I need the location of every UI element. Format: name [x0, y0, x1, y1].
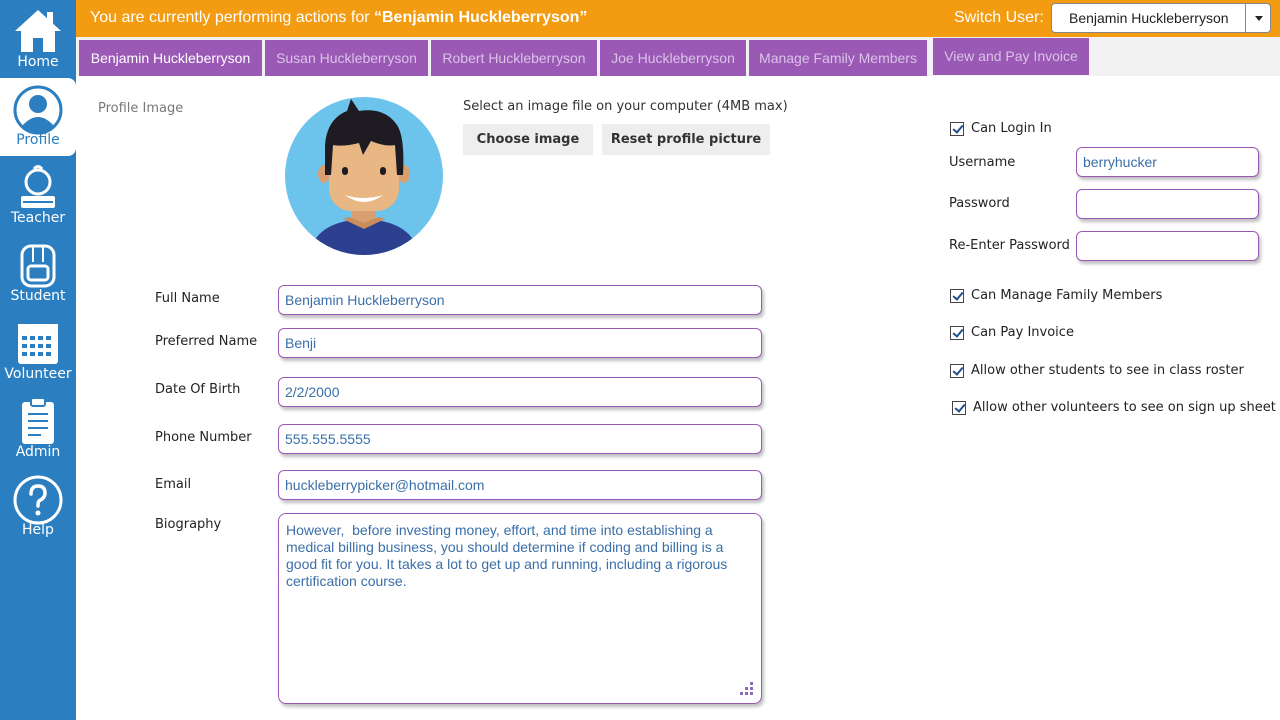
- biography-field[interactable]: However, before investing money, effort,…: [278, 513, 762, 704]
- switch-user-value: Benjamin Huckleberryson: [1069, 10, 1229, 26]
- top-banner: You are currently performing actions for…: [76, 0, 1280, 37]
- acting-as-prefix: You are currently performing actions for: [90, 9, 374, 26]
- sidebar: Home Profile Teacher Student Volunteer A…: [0, 0, 76, 720]
- checkbox-box[interactable]: [950, 122, 964, 136]
- sidebar-item-volunteer[interactable]: Volunteer: [0, 312, 76, 390]
- tab-view-pay-invoice[interactable]: View and Pay Invoice: [933, 38, 1089, 75]
- resize-grip-icon[interactable]: [736, 680, 756, 700]
- sidebar-item-label: Volunteer: [4, 366, 72, 382]
- image-hint: Select an image file on your computer (4…: [463, 99, 788, 114]
- checkbox-box[interactable]: [952, 401, 966, 415]
- acting-as-text: You are currently performing actions for…: [90, 9, 587, 27]
- date-of-birth-label: Date Of Birth: [155, 382, 241, 397]
- full-name-label: Full Name: [155, 291, 220, 306]
- member-tabs: Benjamin Huckleberryson Susan Huckleberr…: [76, 37, 1280, 76]
- email-field[interactable]: [278, 470, 762, 500]
- phone-number-label: Phone Number: [155, 430, 252, 445]
- biography-label: Biography: [155, 517, 222, 532]
- sidebar-item-admin[interactable]: Admin: [0, 390, 76, 468]
- tab-benjamin[interactable]: Benjamin Huckleberryson: [79, 40, 262, 76]
- email-label: Email: [155, 477, 192, 492]
- chevron-down-icon[interactable]: [1245, 4, 1270, 32]
- preferred-name-label: Preferred Name: [155, 334, 258, 349]
- sidebar-item-label: Profile: [16, 132, 60, 148]
- tab-robert[interactable]: Robert Huckleberryson: [431, 40, 597, 76]
- clipboard-icon: [22, 397, 54, 444]
- user-icon: [13, 85, 63, 135]
- password-label: Password: [949, 196, 1010, 211]
- sidebar-item-label: Student: [10, 288, 66, 304]
- sidebar-item-label: Teacher: [10, 210, 66, 226]
- password-field[interactable]: [1076, 189, 1259, 219]
- profile-image-label: Profile Image: [98, 101, 184, 116]
- sidebar-item-label: Home: [17, 54, 59, 70]
- can-login-label: Can Login In: [971, 121, 1052, 136]
- sidebar-item-teacher[interactable]: Teacher: [0, 156, 76, 234]
- sidebar-item-help[interactable]: Help: [0, 468, 76, 546]
- reenter-password-label: Re-Enter Password: [949, 238, 1070, 253]
- backpack-icon: [20, 244, 56, 288]
- can-pay-invoice-label: Can Pay Invoice: [971, 325, 1074, 340]
- avatar: [285, 97, 443, 255]
- sidebar-item-student[interactable]: Student: [0, 234, 76, 312]
- reenter-password-field[interactable]: [1076, 231, 1259, 261]
- switch-user-select[interactable]: Benjamin Huckleberryson: [1051, 3, 1271, 33]
- checkbox-box[interactable]: [950, 326, 964, 340]
- teacher-icon: [21, 165, 55, 208]
- switch-user-label: Switch User:: [954, 9, 1044, 26]
- question-icon: [13, 475, 63, 525]
- reset-profile-picture-button[interactable]: Reset profile picture: [602, 124, 770, 155]
- date-of-birth-field[interactable]: [278, 377, 762, 407]
- signup-sheet-label: Allow other volunteers to see on sign up…: [973, 400, 1276, 415]
- username-field[interactable]: [1076, 147, 1259, 177]
- acting-as-user: “Benjamin Huckleberryson”: [374, 9, 588, 26]
- sidebar-item-home[interactable]: Home: [0, 0, 76, 78]
- tab-manage-family[interactable]: Manage Family Members: [749, 40, 927, 76]
- preferred-name-field[interactable]: [278, 328, 762, 358]
- can-manage-family-label: Can Manage Family Members: [971, 288, 1163, 303]
- full-name-field[interactable]: [278, 285, 762, 315]
- tab-susan[interactable]: Susan Huckleberryson: [265, 40, 428, 76]
- checkbox-box[interactable]: [950, 364, 964, 378]
- sidebar-item-label: Help: [22, 522, 54, 538]
- tab-joe[interactable]: Joe Huckleberryson: [600, 40, 746, 76]
- calendar-icon: [18, 324, 58, 364]
- phone-number-field[interactable]: [278, 424, 762, 454]
- sidebar-item-label: Admin: [15, 444, 61, 460]
- home-icon: [15, 10, 61, 52]
- choose-image-button[interactable]: Choose image: [463, 124, 593, 155]
- sidebar-item-profile[interactable]: Profile: [0, 78, 76, 156]
- class-roster-label: Allow other students to see in class ros…: [971, 363, 1244, 378]
- username-label: Username: [949, 155, 1016, 170]
- checkbox-box[interactable]: [950, 289, 964, 303]
